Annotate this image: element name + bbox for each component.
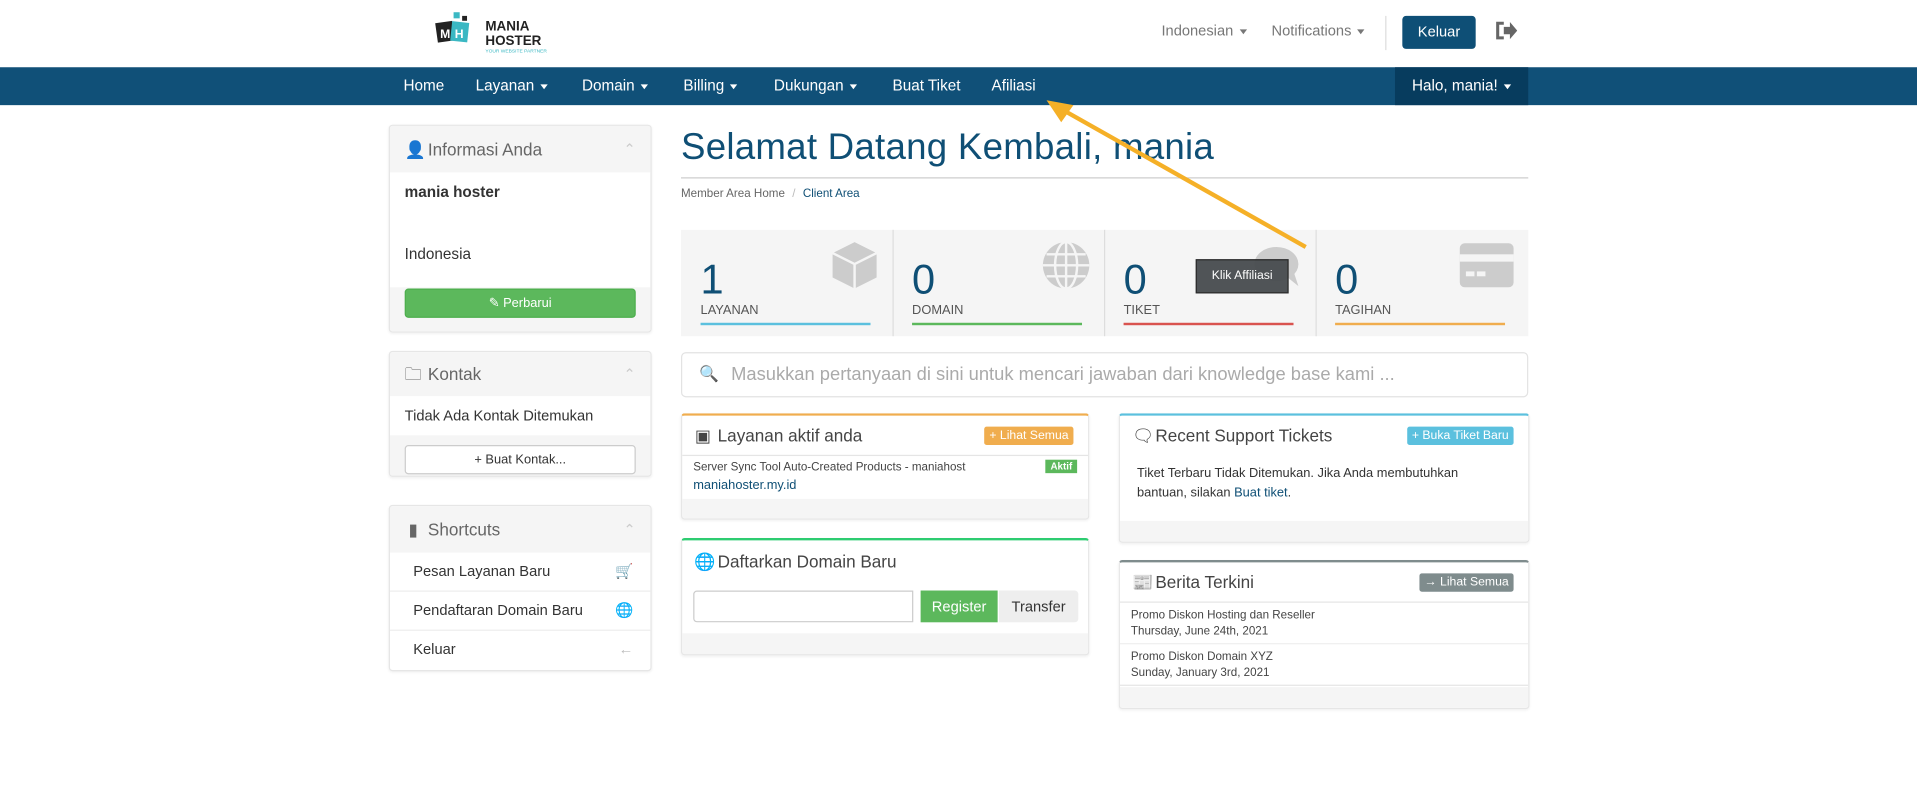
tooltip: Klik Affiliasi xyxy=(1195,259,1289,294)
annotation-arrow xyxy=(1046,100,1307,249)
arrow-line xyxy=(1057,105,1307,249)
